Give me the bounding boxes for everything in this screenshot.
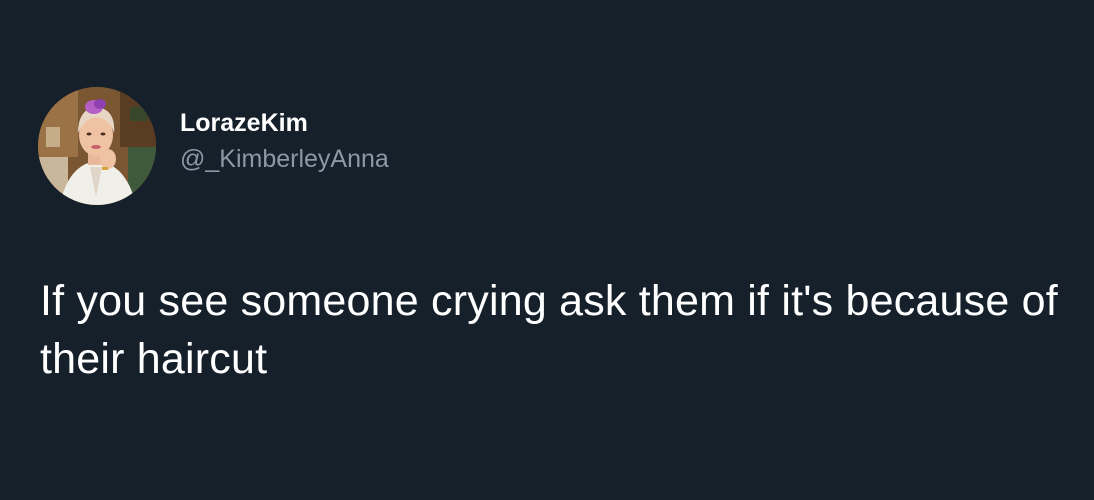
- tweet-card: LorazeKim @_KimberleyAnna If you see som…: [0, 0, 1094, 500]
- display-name[interactable]: LorazeKim: [180, 105, 389, 141]
- user-handle[interactable]: @_KimberleyAnna: [180, 141, 389, 177]
- avatar[interactable]: [38, 87, 156, 205]
- tweet-text: If you see someone crying ask them if it…: [40, 277, 1058, 383]
- profile-photo-icon: [38, 87, 156, 205]
- author-info: LorazeKim @_KimberleyAnna: [180, 105, 389, 177]
